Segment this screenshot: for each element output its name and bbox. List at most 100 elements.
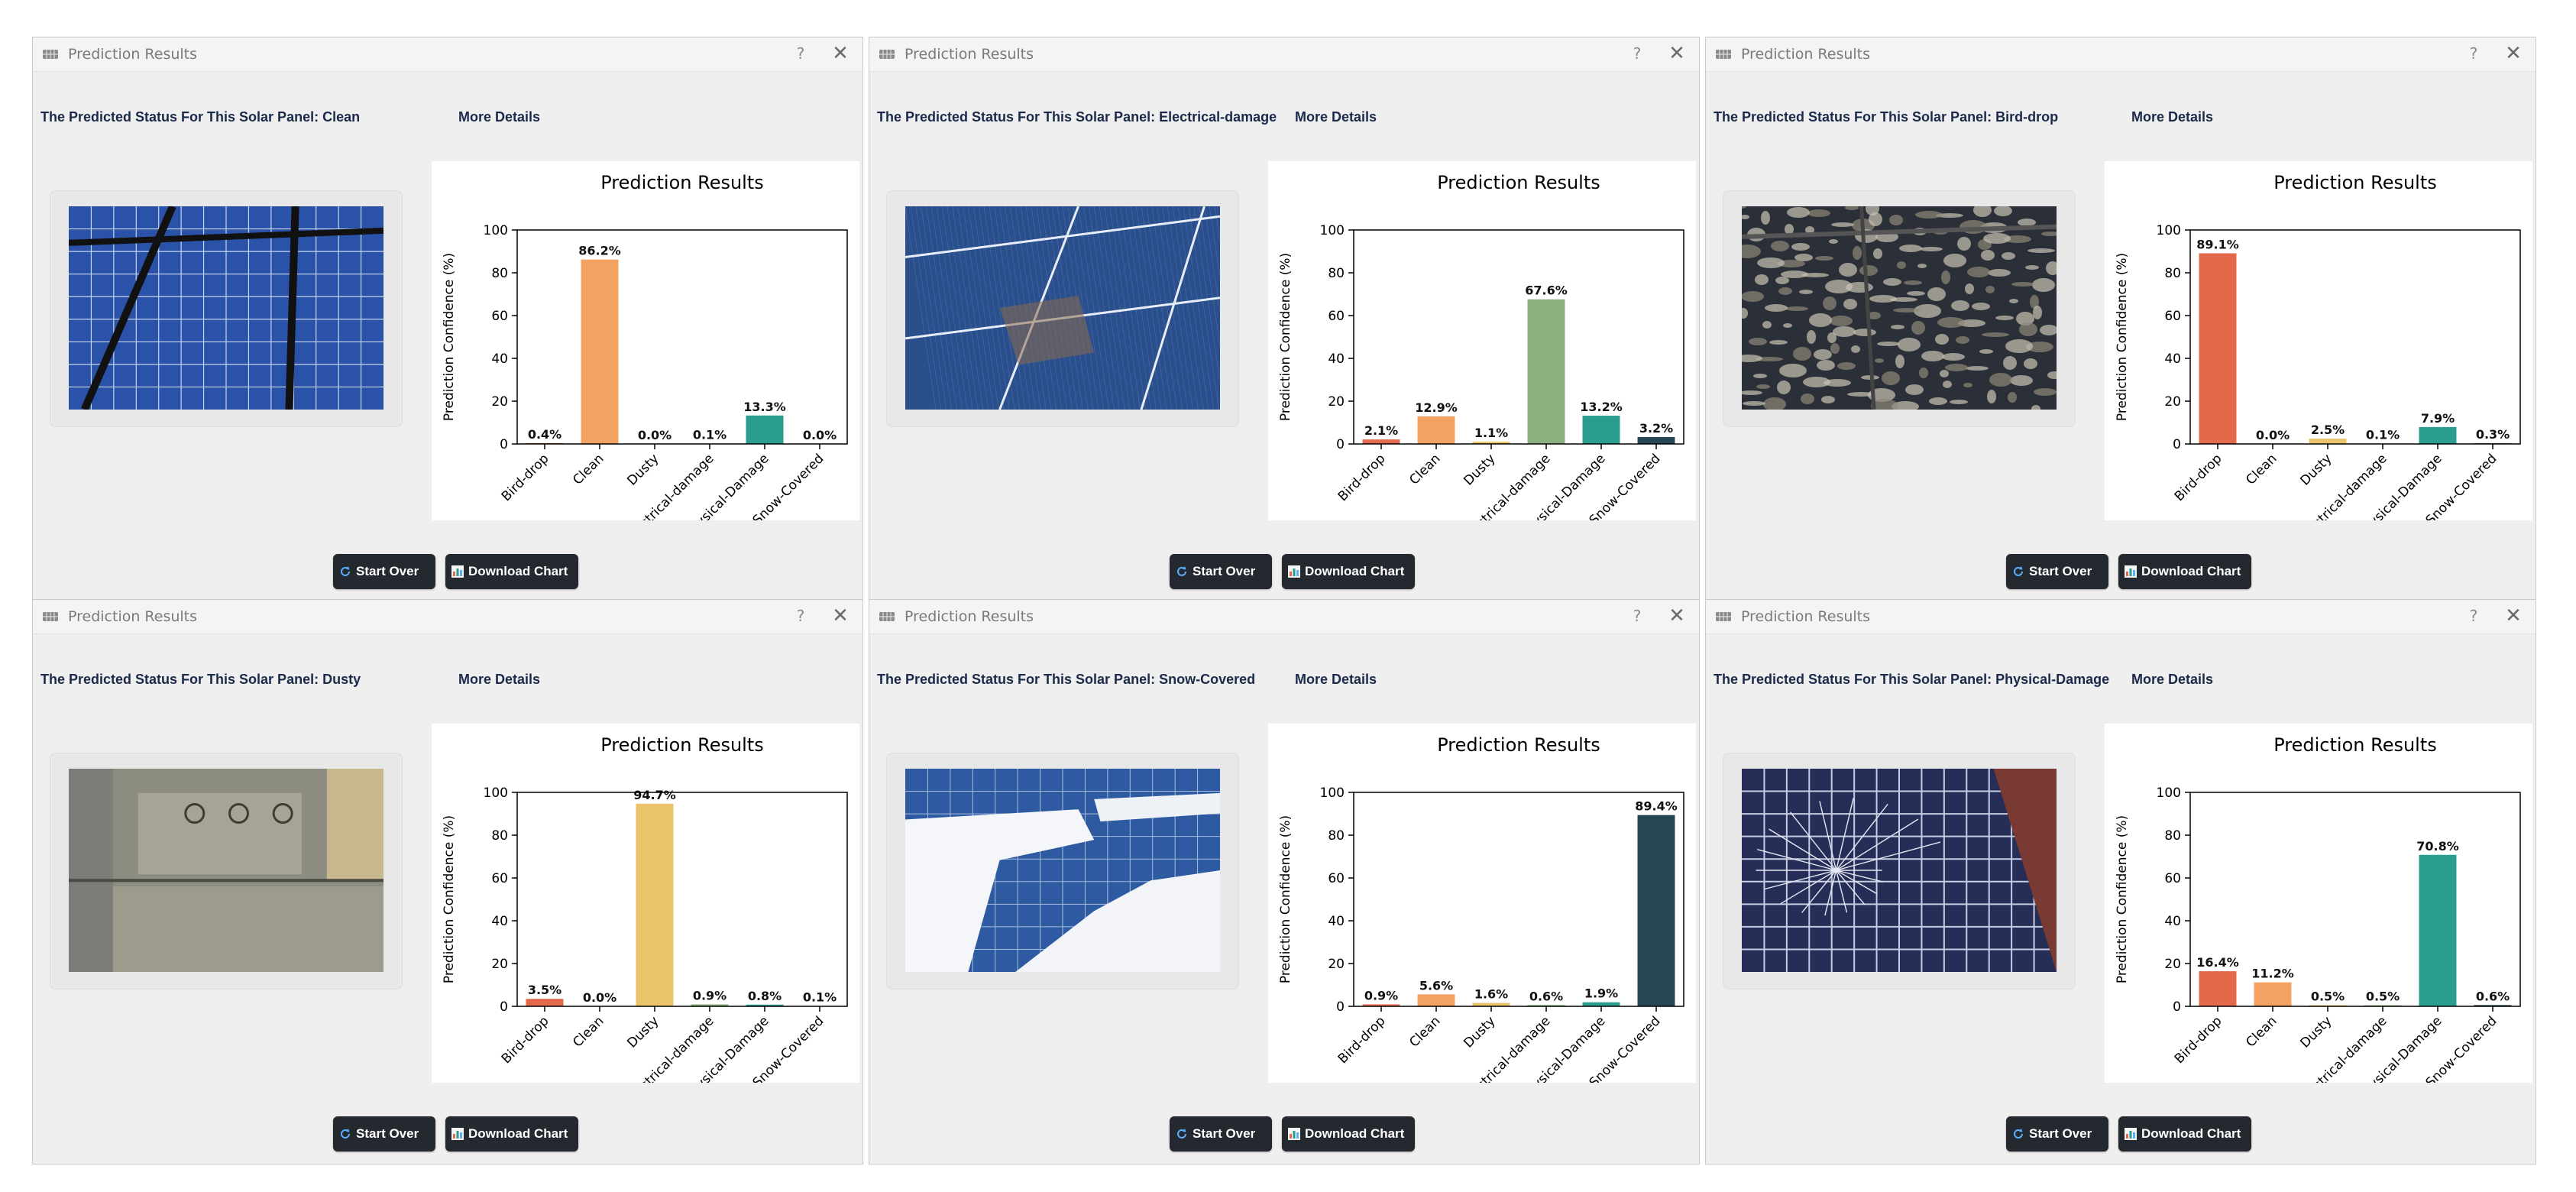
download-chart-label: Download Chart <box>2141 1126 2241 1141</box>
start-over-label: Start Over <box>356 1126 419 1141</box>
bar-chart: Prediction Results Prediction Confidence … <box>432 161 859 520</box>
bar <box>2199 971 2237 1006</box>
y-tick-label: 40 <box>1328 351 1345 367</box>
image-frame <box>50 190 403 427</box>
close-icon[interactable]: ✕ <box>829 604 852 627</box>
y-tick-label: 60 <box>1328 309 1345 324</box>
y-axis-label: Prediction Confidence (%) <box>1278 815 1293 983</box>
window-title: Prediction Results <box>68 46 198 63</box>
prediction-chart: Prediction Results Prediction Confidence … <box>1268 724 1696 1083</box>
help-button[interactable]: ? <box>791 606 811 626</box>
start-over-button[interactable]: Start Over <box>333 554 435 589</box>
bar <box>1582 1002 1620 1006</box>
image-frame <box>886 190 1239 427</box>
chart-icon <box>1288 565 1300 578</box>
more-details-link[interactable]: More Details <box>1295 109 1377 125</box>
bar <box>526 999 564 1006</box>
app-icon <box>879 609 895 624</box>
app-icon <box>42 47 59 62</box>
more-details-link[interactable]: More Details <box>2131 672 2213 688</box>
help-button[interactable]: ? <box>2464 606 2484 626</box>
close-icon[interactable]: ✕ <box>829 42 852 65</box>
y-tick-label: 0 <box>500 999 508 1015</box>
bar-chart: Prediction Results Prediction Confidence … <box>2105 161 2532 520</box>
bar <box>636 803 674 1006</box>
more-details-link[interactable]: More Details <box>458 109 540 125</box>
refresh-icon <box>2012 565 2024 578</box>
title-bar[interactable]: Prediction Results? ✕ <box>33 37 862 72</box>
title-bar[interactable]: Prediction Results? ✕ <box>1706 600 2536 634</box>
bar <box>2419 426 2457 444</box>
more-details-link[interactable]: More Details <box>1295 672 1377 688</box>
y-tick-label: 100 <box>2157 785 2181 801</box>
more-details-link[interactable]: More Details <box>458 672 540 688</box>
y-tick-label: 100 <box>1320 785 1345 801</box>
download-chart-button[interactable]: Download Chart <box>2118 1116 2251 1152</box>
status-prefix: The Predicted Status For This Solar Pane… <box>877 672 1156 687</box>
status-value: Clean <box>322 109 361 125</box>
help-button[interactable]: ? <box>1627 606 1647 626</box>
close-icon[interactable]: ✕ <box>2502 604 2525 627</box>
title-bar[interactable]: Prediction Results? ✕ <box>869 600 1699 634</box>
close-icon[interactable]: ✕ <box>2502 42 2525 65</box>
start-over-button[interactable]: Start Over <box>1170 554 1272 589</box>
close-icon[interactable]: ✕ <box>1665 604 1688 627</box>
start-over-button[interactable]: Start Over <box>1170 1116 1272 1152</box>
y-tick-label: 40 <box>491 914 508 929</box>
window-title: Prediction Results <box>68 608 198 625</box>
bar-data-label: 0.1% <box>803 990 837 1005</box>
bar-data-label: 1.6% <box>1474 987 1508 1002</box>
prediction-results-window: Prediction Results? ✕ The Predicted Status… <box>32 37 863 602</box>
download-chart-button[interactable]: Download Chart <box>1282 1116 1415 1152</box>
image-frame <box>886 753 1239 990</box>
title-bar[interactable]: Prediction Results? ✕ <box>869 37 1699 72</box>
bar-chart: Prediction Results Prediction Confidence … <box>432 724 859 1083</box>
start-over-button[interactable]: Start Over <box>2006 554 2108 589</box>
chart-icon <box>451 1128 464 1140</box>
chart-title: Prediction Results <box>600 172 764 193</box>
prediction-chart: Prediction Results Prediction Confidence … <box>2105 724 2532 1083</box>
start-over-button[interactable]: Start Over <box>2006 1116 2108 1152</box>
bar-data-label: 0.6% <box>1529 989 1563 1003</box>
window-title: Prediction Results <box>905 46 1034 63</box>
bar <box>1417 994 1455 1006</box>
status-prefix: The Predicted Status For This Solar Pane… <box>877 109 1156 125</box>
bar-data-label: 0.0% <box>2256 428 2290 442</box>
status-prefix: The Predicted Status For This Solar Pane… <box>40 672 319 687</box>
download-chart-button[interactable]: Download Chart <box>445 1116 578 1152</box>
download-chart-button[interactable]: Download Chart <box>1282 554 1415 589</box>
solar-panel-snow-covered-photo <box>905 769 1220 972</box>
y-tick-label: 0 <box>2173 437 2181 452</box>
download-chart-button[interactable]: Download Chart <box>445 554 578 589</box>
title-bar[interactable]: Prediction Results? ✕ <box>1706 37 2536 72</box>
title-bar[interactable]: Prediction Results? ✕ <box>33 600 862 634</box>
bar-data-label: 0.1% <box>2366 428 2400 442</box>
bar-data-label: 70.8% <box>2416 839 2459 854</box>
bar-data-label: 13.2% <box>1580 400 1623 414</box>
bar-data-label: 0.0% <box>583 990 616 1005</box>
y-tick-label: 80 <box>2164 266 2181 281</box>
close-icon[interactable]: ✕ <box>1665 42 1688 65</box>
bar-data-label: 16.4% <box>2196 955 2239 970</box>
start-over-button[interactable]: Start Over <box>333 1116 435 1152</box>
start-over-label: Start Over <box>2029 564 2092 578</box>
bar-data-label: 1.9% <box>1584 986 1618 1001</box>
help-button[interactable]: ? <box>2464 44 2484 63</box>
solar-panel-physical-damage-photo <box>1742 769 2057 972</box>
predicted-status-label: The Predicted Status For This Solar Pane… <box>877 672 1255 688</box>
status-value: Electrical-damage <box>1159 109 1277 125</box>
y-tick-label: 20 <box>2164 394 2181 410</box>
predicted-status-label: The Predicted Status For This Solar Pane… <box>40 109 360 125</box>
bar-data-label: 1.1% <box>1474 426 1508 440</box>
help-button[interactable]: ? <box>1627 44 1647 63</box>
status-value: Physical-Damage <box>1995 672 2110 687</box>
y-tick-label: 60 <box>2164 309 2181 324</box>
help-button[interactable]: ? <box>791 44 811 63</box>
bar <box>1582 416 1620 444</box>
y-tick-label: 20 <box>491 394 508 410</box>
bar-data-label: 86.2% <box>578 244 621 258</box>
chart-icon <box>2125 565 2137 578</box>
download-chart-button[interactable]: Download Chart <box>2118 554 2251 589</box>
prediction-chart: Prediction Results Prediction Confidence … <box>432 724 859 1083</box>
more-details-link[interactable]: More Details <box>2131 109 2213 125</box>
